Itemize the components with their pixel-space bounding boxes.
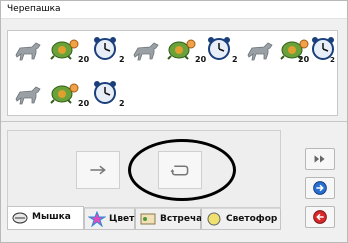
tab-color[interactable]: Цвет [84, 208, 135, 230]
red-arrow-icon [313, 210, 327, 224]
horse-icon[interactable] [12, 83, 44, 109]
program-area[interactable]: 20 2 20 2 20 2 20 2 [7, 30, 338, 116]
alarm-clock-icon[interactable] [90, 35, 122, 61]
turtle-icon[interactable] [48, 79, 80, 105]
clock-count: 2 [232, 55, 238, 64]
tab-mouse[interactable]: Мышка [7, 206, 84, 230]
meeting-icon [140, 213, 156, 225]
fast-forward-button[interactable] [305, 148, 335, 170]
tab-traffic-light[interactable]: Светофор [201, 208, 281, 230]
clock-count: 2 [119, 55, 125, 64]
window-title: Черепашка [7, 4, 61, 14]
horse-icon[interactable] [130, 39, 162, 65]
color-star-icon [88, 211, 106, 227]
alarm-clock-icon[interactable] [90, 79, 122, 105]
turtle-icon[interactable] [165, 35, 197, 61]
divider [1, 121, 347, 122]
title-bar: Черепашка [1, 1, 347, 19]
back-button[interactable] [305, 206, 335, 228]
tab-meeting[interactable]: Встреча [135, 208, 202, 230]
arrow-right-icon [90, 165, 106, 175]
run-button[interactable] [305, 177, 335, 199]
turtle-count: 20 [78, 55, 90, 64]
clock-count: 2 [330, 56, 335, 64]
turtle-count: 20 [78, 99, 90, 108]
traffic-light-icon [207, 212, 221, 226]
fast-forward-icon [314, 155, 325, 163]
blue-arrow-icon [313, 181, 327, 195]
alarm-clock-icon[interactable] [308, 35, 340, 61]
horse-icon[interactable] [244, 39, 276, 65]
highlight-ellipse [128, 139, 236, 201]
palette-tabs: Мышка Цвет Встреча Светофор [7, 206, 283, 230]
forward-button[interactable] [76, 151, 120, 189]
mouse-icon [12, 212, 28, 224]
clock-count: 2 [119, 99, 125, 108]
turtle-icon[interactable] [48, 35, 80, 61]
horse-icon[interactable] [12, 39, 44, 65]
app-window: Черепашка 20 2 20 2 20 2 20 2 Мышка Цвет… [0, 0, 348, 243]
